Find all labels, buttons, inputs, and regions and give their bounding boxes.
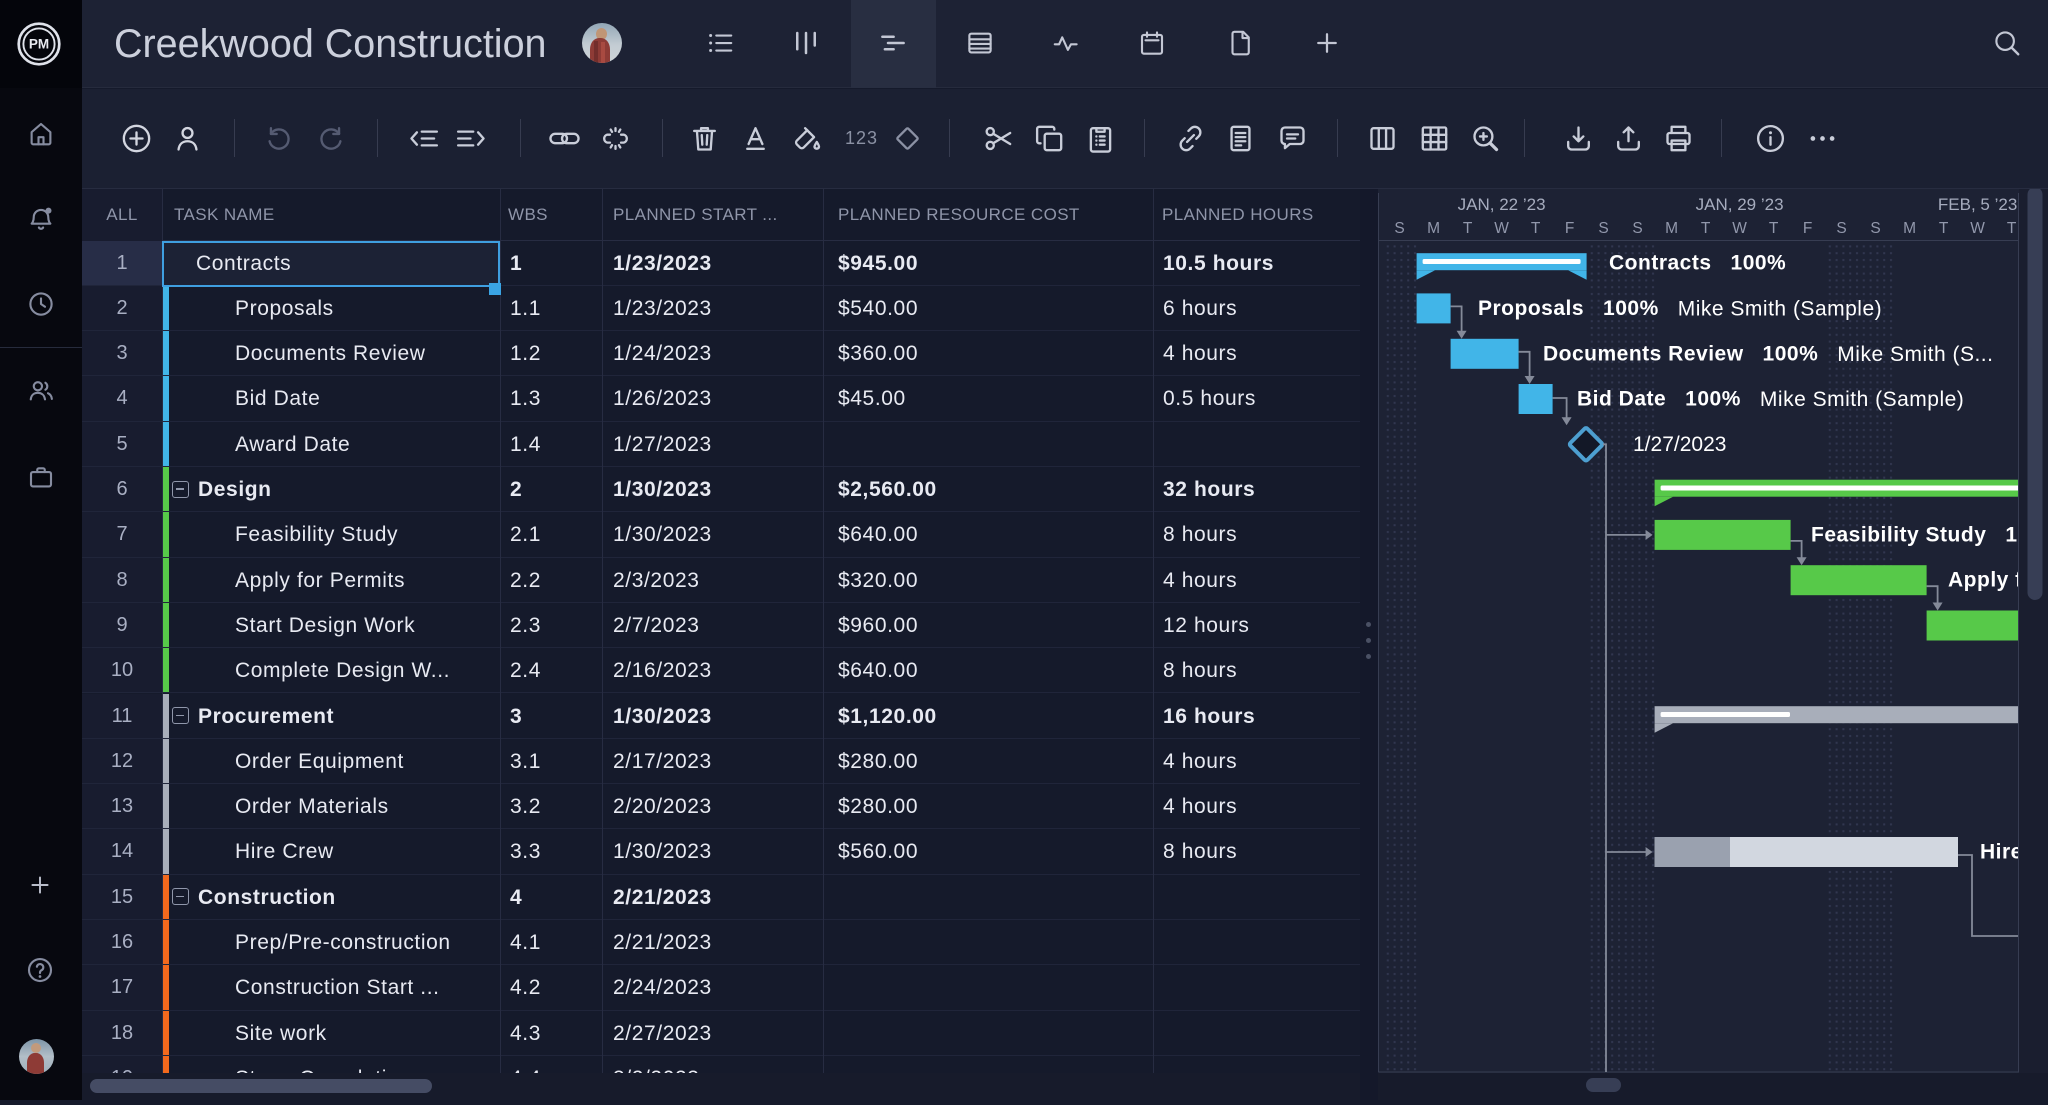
svg-text:S: S: [1836, 220, 1846, 237]
svg-text:M: M: [1427, 220, 1440, 237]
svg-text:W: W: [1494, 220, 1509, 237]
svg-text:T: T: [1531, 220, 1541, 237]
svg-text:W: W: [1732, 220, 1747, 237]
svg-text:T: T: [1939, 220, 1949, 237]
svg-text:Contracts 100%: Contracts 100%: [1609, 252, 1786, 275]
svg-text:T: T: [1463, 220, 1473, 237]
svg-text:Documents Review 100% Mike: Documents Review 100% Mike Smith (S...: [1543, 342, 1993, 365]
svg-text:T: T: [2007, 220, 2017, 237]
svg-text:S: S: [1394, 220, 1404, 237]
svg-text:JAN, 29 ’23: JAN, 29 ’23: [1696, 195, 1784, 214]
svg-text:S: S: [1632, 220, 1642, 237]
svg-text:FEB, 5 ’23: FEB, 5 ’23: [1938, 195, 2017, 214]
svg-text:M: M: [1903, 220, 1916, 237]
svg-text:T: T: [1701, 220, 1711, 237]
svg-text:JAN, 22 ’23: JAN, 22 ’23: [1458, 195, 1546, 214]
svg-text:F: F: [1565, 220, 1574, 237]
svg-text:S: S: [1598, 220, 1608, 237]
svg-text:M: M: [1665, 220, 1678, 237]
svg-text:T: T: [1769, 220, 1779, 237]
svg-text:PM: PM: [29, 37, 49, 52]
svg-text:Feasibility Study 10: Feasibility Study 10: [1811, 523, 2030, 546]
svg-text:Bid Date 100% Mike Smith (: Bid Date 100% Mike Smith (Sample): [1577, 388, 1964, 411]
svg-text:F: F: [1803, 220, 1812, 237]
svg-text:1/27/2023: 1/27/2023: [1633, 433, 1726, 456]
svg-text:Proposals 100% Mike Smith: Proposals 100% Mike Smith (Sample): [1478, 297, 1882, 320]
svg-text:W: W: [1970, 220, 1985, 237]
svg-text:S: S: [1870, 220, 1880, 237]
